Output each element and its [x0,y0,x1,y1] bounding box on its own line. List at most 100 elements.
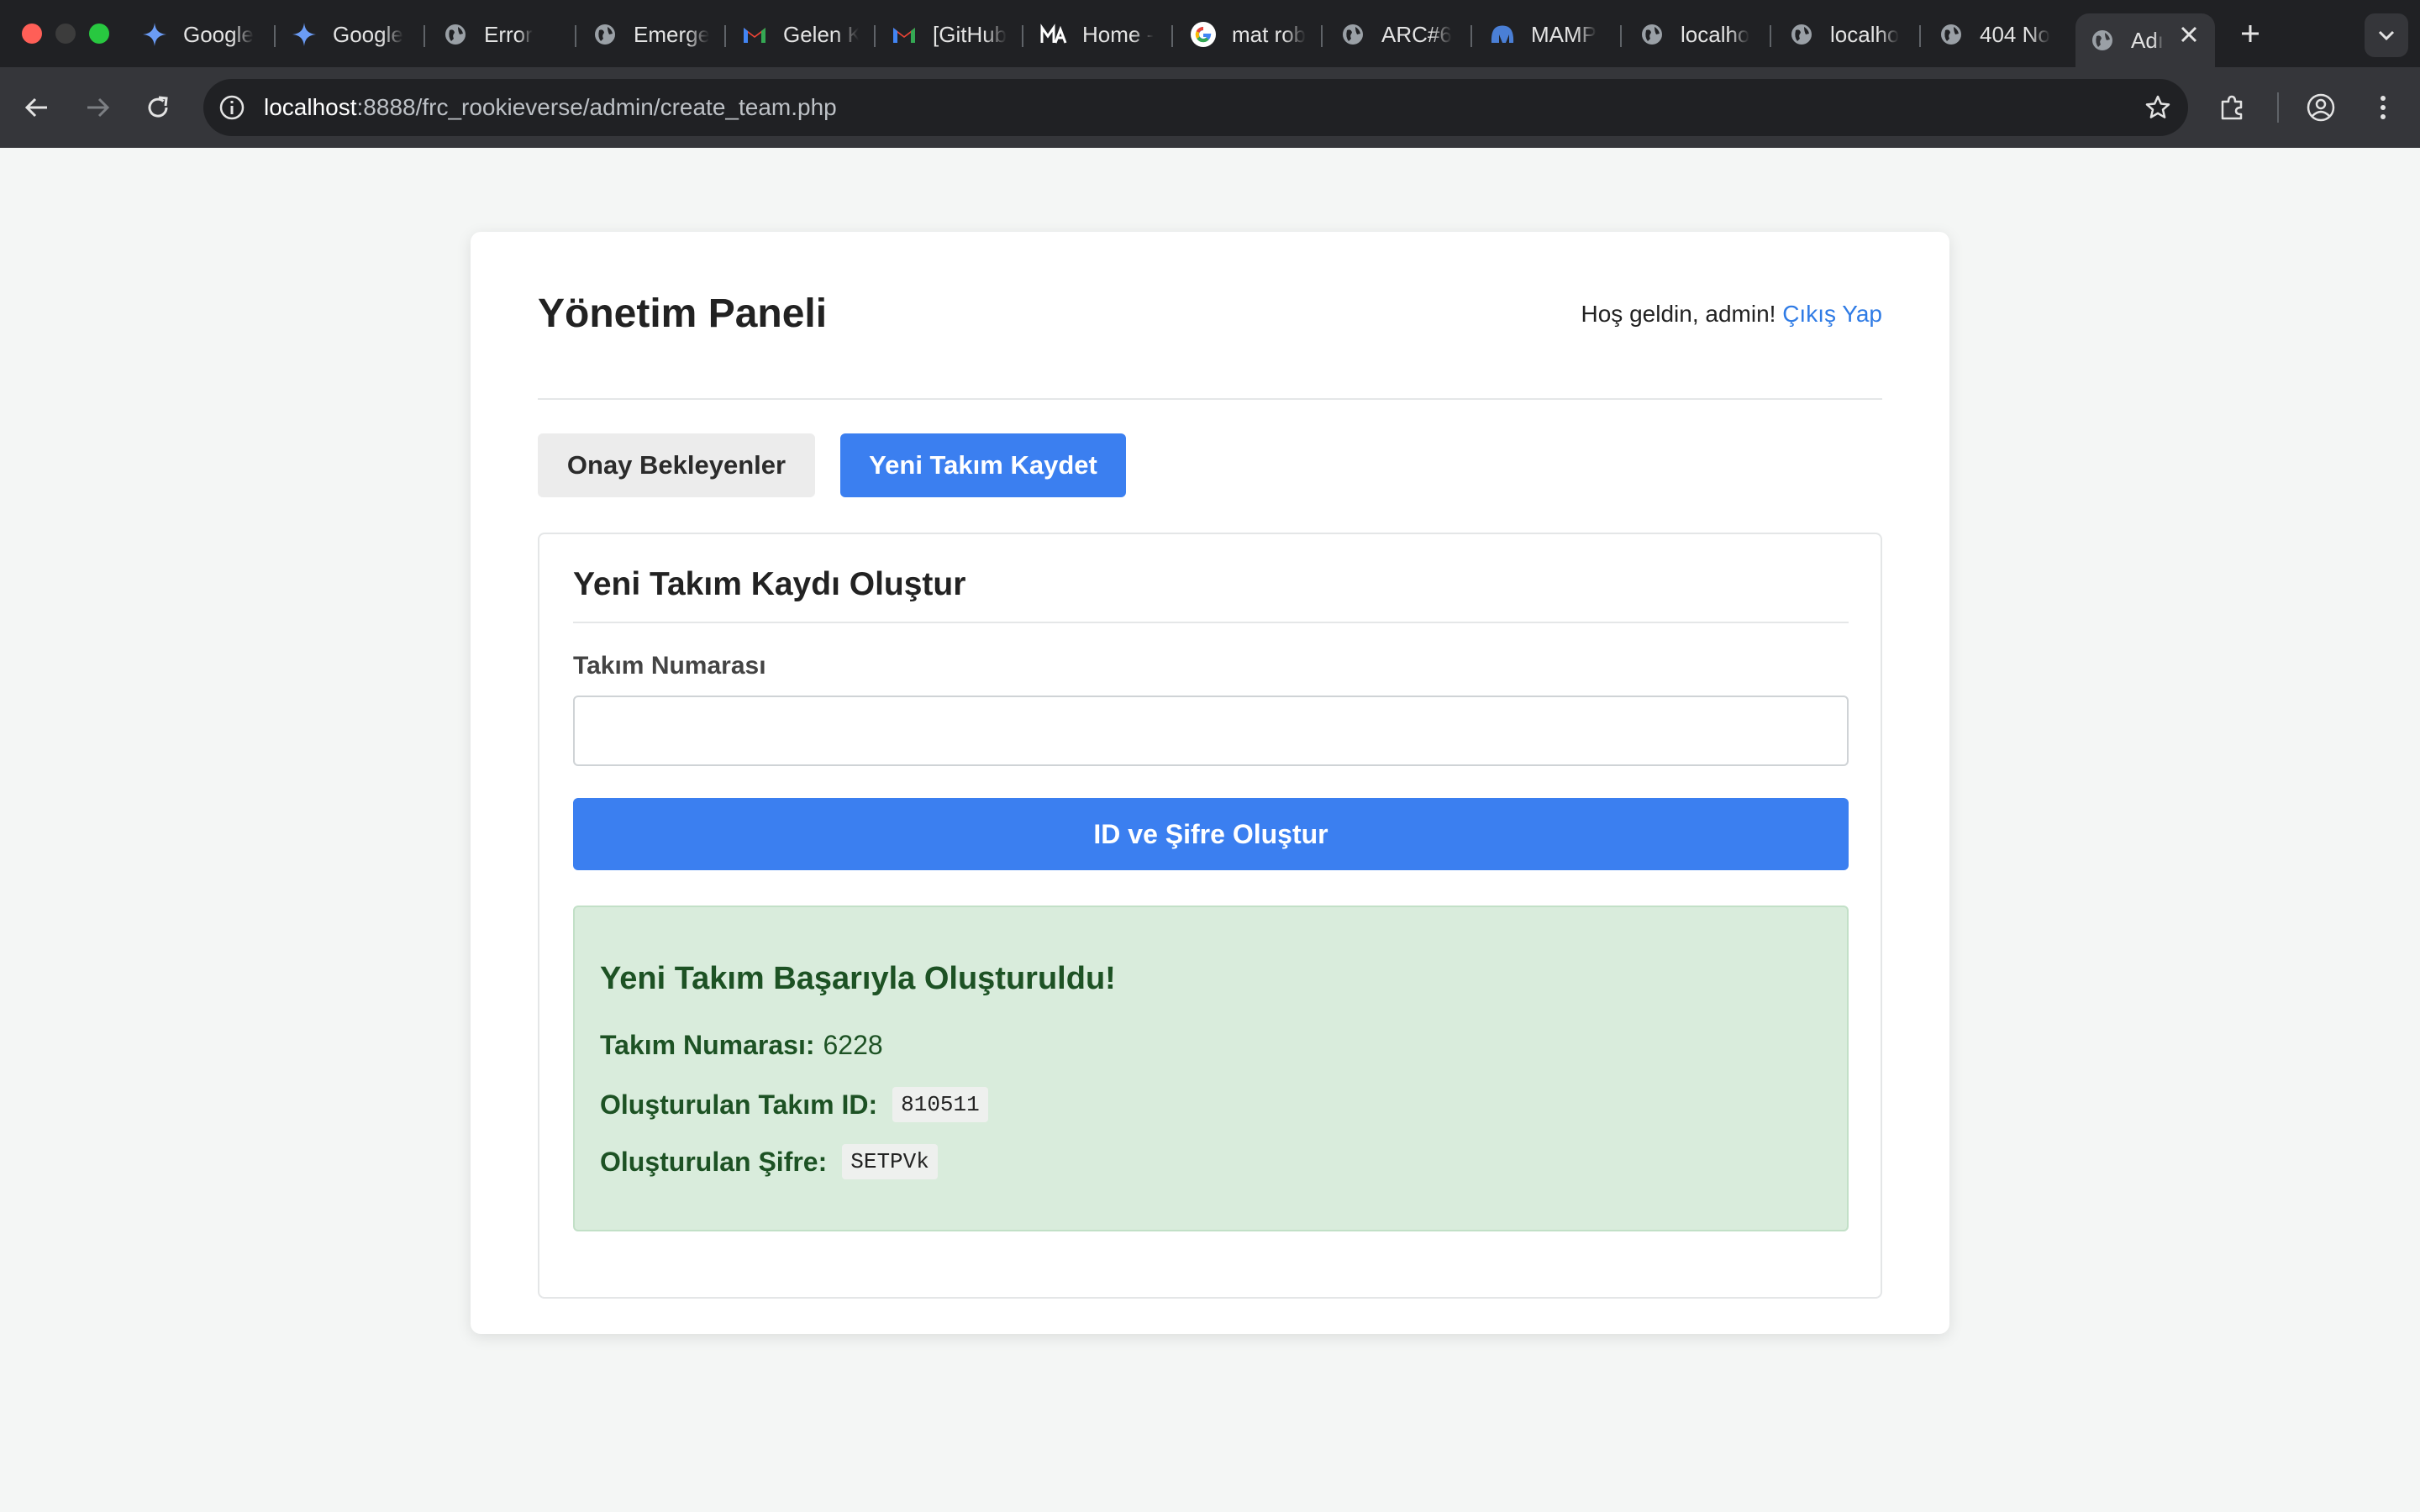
result-password-label: Oluşturulan Şifre: [600,1146,828,1177]
tab-title: Error [484,21,533,47]
window-minimize-button[interactable] [55,24,76,44]
tab-title: Google [333,21,403,47]
window-maximize-button[interactable] [89,24,109,44]
forward-button[interactable] [77,87,118,128]
create-team-form: Yeni Takım Kaydı Oluştur Takım Numarası … [538,533,1882,1299]
bookmark-star-icon[interactable] [2141,91,2175,124]
page-title: Yönetim Paneli [538,291,828,336]
more-vert-icon [2381,96,2386,119]
browser-tab[interactable]: mat rob [1190,13,1307,55]
gemini-icon [291,21,318,48]
tab-separator [1770,25,1771,47]
browser-toolbar: localhost:8888/frc_rookieverse/admin/cre… [0,67,2420,148]
browser-tab[interactable]: Emerge [592,13,709,55]
globe-icon [1788,21,1815,48]
puzzle-icon [2221,95,2243,120]
extensions-button[interactable] [2212,87,2252,128]
tab-separator [1620,25,1622,47]
form-title: Yeni Takım Kaydı Oluştur [573,566,966,602]
welcome-text: Hoş geldin, admin! [1581,301,1776,327]
tab-title: MAMP [1531,21,1597,47]
browser-tab[interactable]: Google [141,13,259,55]
generate-credentials-button[interactable]: ID ve Şifre Oluştur [573,798,1849,870]
tab-search-button[interactable] [2365,13,2408,57]
back-button[interactable] [17,87,57,128]
tab-title: Home - [1082,21,1155,47]
window-close-button[interactable] [22,24,42,44]
arrow-left-icon [24,97,47,118]
tab-separator [1022,25,1023,47]
browser-tab[interactable]: Home - [1040,13,1158,55]
google-icon [1190,21,1217,48]
chevron-down-icon [2378,30,2395,41]
pending-approvals-button[interactable]: Onay Bekleyenler [538,433,815,497]
tab-separator [1321,25,1323,47]
browser-menu-button[interactable] [2363,87,2403,128]
globe-icon [592,21,618,48]
tab-title: ARC#6 [1381,21,1452,47]
browser-tab[interactable]: Google [291,13,408,55]
globe-icon [442,21,469,48]
result-password-row: Oluşturulan Şifre: SETPVk [600,1144,938,1179]
form-divider [573,622,1849,623]
result-team-id-row: Oluşturulan Takım ID: 810511 [600,1087,988,1122]
tab-separator [274,25,276,47]
tab-separator [575,25,576,47]
arrow-right-icon [87,97,110,118]
reload-button[interactable] [138,87,178,128]
toolbar-separator [2277,92,2279,123]
result-team-number-value: 6228 [823,1030,883,1060]
reload-icon [148,96,168,118]
new-tab-button[interactable] [2233,17,2267,50]
browser-tab-strip: Google Google Error Emerge Gelen K [GitH… [0,0,2420,67]
profile-button[interactable] [2301,87,2341,128]
browser-tab[interactable]: [GitHub [891,13,1008,55]
site-info-icon[interactable] [215,91,249,124]
result-team-number-label: Takım Numarası: [600,1030,815,1060]
success-title: Yeni Takım Başarıyla Oluşturuldu! [600,961,1116,996]
close-tab-icon[interactable] [2176,22,2202,47]
tab-separator [874,25,876,47]
result-password-value: SETPVk [842,1144,938,1179]
tab-title: Google [183,21,254,47]
header-divider [538,398,1882,400]
gemini-icon [141,21,168,48]
admin-panel-card: Yönetim Paneli Hoş geldin, admin! Çıkış … [471,232,1949,1334]
logout-link[interactable]: Çıkış Yap [1782,301,1882,327]
browser-tab[interactable]: MAMP [1489,13,1607,55]
url-text[interactable]: localhost:8888/frc_rookieverse/admin/cre… [264,79,837,136]
tab-separator [724,25,726,47]
tab-title: localho [1830,21,1900,47]
success-alert: Yeni Takım Başarıyla Oluşturuldu! Takım … [573,906,1849,1231]
browser-tab[interactable]: localho [1788,13,1906,55]
new-team-button[interactable]: Yeni Takım Kaydet [840,433,1126,497]
globe-icon [2089,27,2116,54]
browser-tab[interactable]: Gelen K [741,13,859,55]
globe-icon [1639,21,1665,48]
gmail-icon [891,21,918,48]
address-bar[interactable]: localhost:8888/frc_rookieverse/admin/cre… [203,79,2188,136]
account-icon [2307,93,2335,122]
tab-title: Emerge [634,21,709,47]
browser-tab[interactable]: ARC#6 [1339,13,1457,55]
globe-icon [1938,21,1965,48]
tab-separator [1919,25,1921,47]
welcome-message: Hoş geldin, admin! Çıkış Yap [1581,301,1882,328]
browser-tab[interactable]: 404 No [1938,13,2055,55]
tab-separator [1171,25,1173,47]
gmail-icon [741,21,768,48]
tab-separator [1470,25,1472,47]
tab-title: [GitHub [933,21,1007,47]
tab-title: Gelen K [783,21,859,47]
mamp-icon [1489,21,1516,48]
tab-separator [424,25,425,47]
result-team-id-value: 810511 [892,1087,988,1122]
browser-tab[interactable]: localho [1639,13,1756,55]
browser-tab[interactable]: Error [442,13,560,55]
team-number-label: Takım Numarası [573,652,766,680]
result-team-id-label: Oluşturulan Takım ID: [600,1089,878,1120]
result-team-number-row: Takım Numarası: 6228 [600,1030,883,1061]
url-path: :8888/frc_rookieverse/admin/create_team.… [356,94,837,120]
ma-logo-icon [1040,21,1067,48]
team-number-input[interactable] [573,696,1849,766]
